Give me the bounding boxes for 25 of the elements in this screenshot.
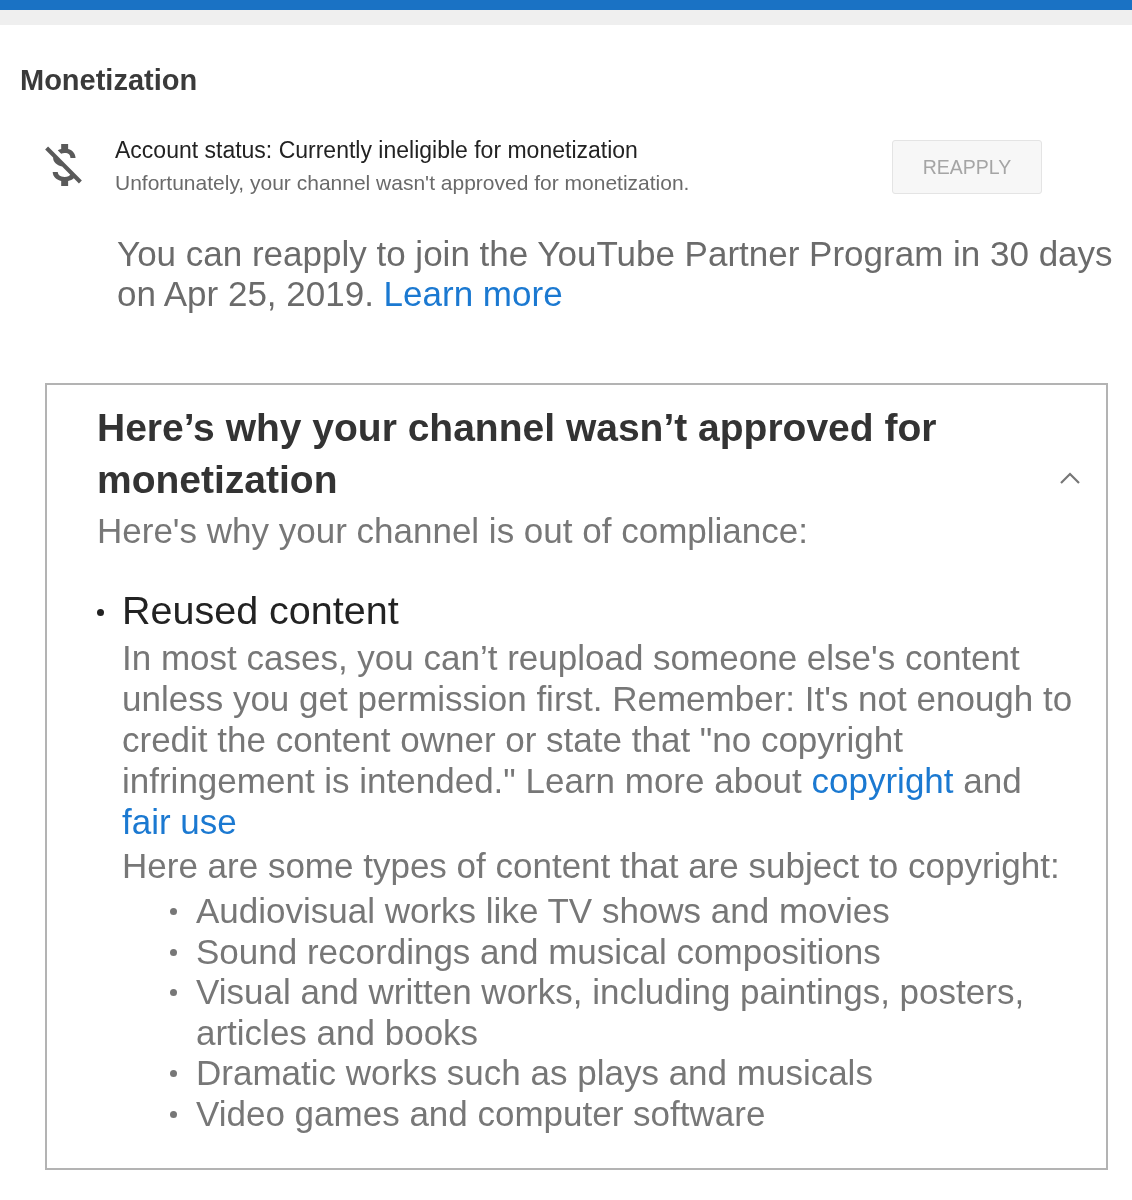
example-item: Visual and written works, including paintings, posters, articles and books	[196, 972, 1026, 1054]
example-item: Sound recordings and musical compositions	[196, 931, 881, 973]
reason-title: Reused content	[122, 587, 399, 633]
account-status-description: Unfortunately, your channel wasn't approved for monetization.	[115, 171, 691, 195]
example-item: Video games and computer software	[196, 1093, 766, 1135]
bullet-icon	[170, 908, 177, 915]
inline-link[interactable]: copyright	[811, 761, 954, 800]
bullet-icon	[97, 608, 104, 616]
panel-intro: Here's why your channel is out of compliance:	[97, 510, 809, 552]
section-title: Monetization	[20, 63, 198, 97]
bullet-icon	[170, 989, 177, 997]
bullet-icon	[170, 1110, 177, 1118]
bullet-icon	[170, 1070, 177, 1078]
learn-more-link[interactable]: Learn more	[383, 274, 563, 313]
example-item: Dramatic works such as plays and musicals	[196, 1053, 873, 1094]
chevron-up-icon[interactable]	[1060, 472, 1080, 484]
examples-intro: Here are some types of content that are subject to copyright:	[122, 845, 1061, 886]
account-status-text: Account status: Currently ineligible for monetization	[115, 138, 639, 162]
inline-link[interactable]: fair use	[122, 802, 237, 841]
panel-heading: Here’s why your channel wasn’t approved for monetization	[97, 405, 938, 503]
reason-description: In most cases, you can’t reupload someone else's content unless you get permission first. Remember: It's not enough to credit the content owner or state that "no copyright infringement is intended." Learn more about copyright and fair use	[122, 637, 1074, 842]
bullet-icon	[170, 948, 177, 956]
example-item: Audiovisual works like TV shows and movies	[196, 891, 890, 932]
dollar-off-icon	[45, 144, 82, 186]
reapply-notice: You can reapply to join the YouTube Partner Program in 30 days on Apr 25, 2019. Learn more	[117, 234, 1114, 314]
